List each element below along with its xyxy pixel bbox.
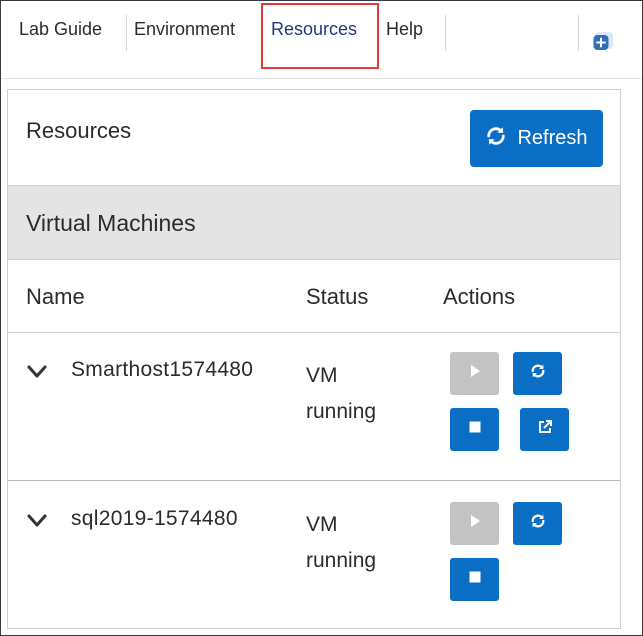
- panel-title: Resources: [26, 118, 132, 143]
- tab-divider: [126, 15, 127, 51]
- virtual-machines-section: Virtual Machines: [8, 186, 620, 260]
- column-name: Name: [26, 284, 85, 309]
- vm-status: VM running: [306, 507, 406, 579]
- tab-divider: [578, 15, 579, 51]
- vm-status: VM running: [306, 358, 406, 430]
- section-title: Virtual Machines: [26, 210, 196, 236]
- stop-vm-button[interactable]: [450, 408, 499, 451]
- restart-vm-button[interactable]: [513, 352, 562, 395]
- tab-help[interactable]: Help: [386, 17, 423, 41]
- chevron-down-icon[interactable]: [27, 365, 47, 379]
- play-icon: [467, 513, 483, 534]
- restart-icon: [530, 363, 546, 384]
- refresh-button[interactable]: Refresh: [470, 110, 603, 167]
- chevron-down-icon[interactable]: [27, 514, 47, 528]
- table-row: sql2019-1574480 VM running: [8, 482, 620, 628]
- resources-tab-highlight: [261, 3, 379, 69]
- vm-status-line: VM: [306, 364, 338, 387]
- column-status: Status: [306, 284, 369, 309]
- resources-panel: Resources Refresh Virtual Machines Name …: [7, 89, 621, 629]
- vm-name: sql2019-1574480: [71, 507, 238, 530]
- restart-icon: [530, 513, 546, 534]
- table-row: Smarthost1574480 VM running: [8, 333, 620, 481]
- restart-vm-button[interactable]: [513, 502, 562, 545]
- table-header: Name Status Actions: [8, 260, 620, 333]
- column-actions: Actions: [443, 284, 516, 309]
- refresh-label: Refresh: [517, 127, 588, 149]
- stop-icon: [467, 569, 483, 590]
- panel-header: Resources Refresh: [8, 90, 620, 186]
- vm-name: Smarthost1574480: [71, 358, 254, 381]
- tab-lab-guide[interactable]: Lab Guide: [19, 17, 102, 41]
- vm-status-line: VM: [306, 513, 338, 536]
- start-vm-button[interactable]: [450, 502, 499, 545]
- refresh-icon: [485, 125, 507, 153]
- external-link-icon: [537, 419, 553, 440]
- tab-divider: [445, 15, 446, 51]
- open-vm-button[interactable]: [520, 408, 569, 451]
- play-icon: [467, 363, 483, 384]
- add-panel-icon[interactable]: [593, 31, 615, 51]
- stop-icon: [467, 419, 483, 440]
- vm-status-line: running: [306, 549, 377, 572]
- tab-environment[interactable]: Environment: [134, 17, 235, 41]
- stop-vm-button[interactable]: [450, 558, 499, 601]
- start-vm-button[interactable]: [450, 352, 499, 395]
- vm-status-line: running: [306, 400, 377, 423]
